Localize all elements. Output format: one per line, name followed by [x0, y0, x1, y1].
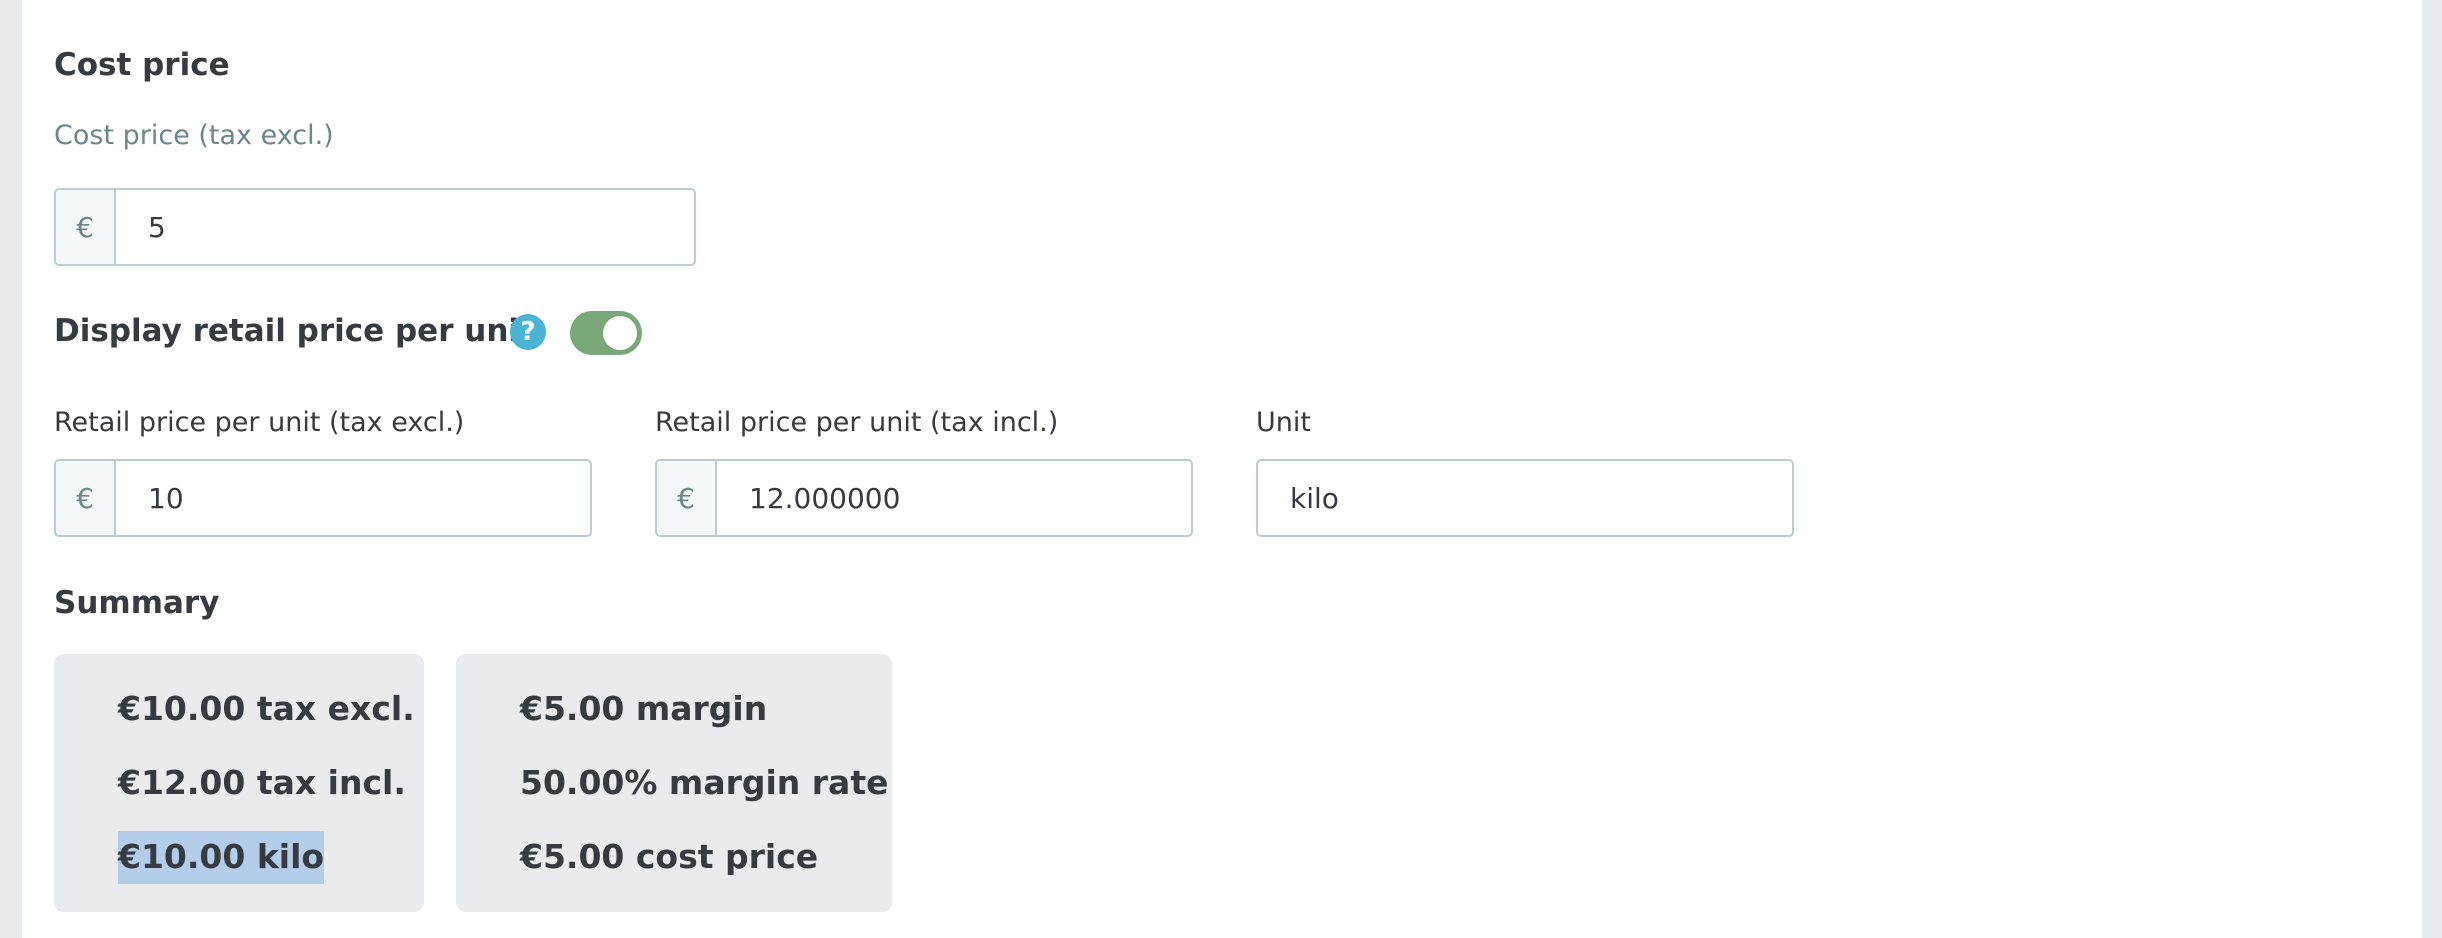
- toggle-knob: [603, 316, 637, 350]
- unit-price-title: Display retail price per unit: [54, 313, 534, 349]
- summary-margins-card: €5.00 margin 50.00% margin rate €5.00 co…: [456, 654, 892, 912]
- summary-tax-excl: €10.00 tax excl.: [118, 689, 415, 728]
- unit-label: Unit: [1256, 407, 1311, 438]
- summary-tax-incl: €12.00 tax incl.: [118, 763, 406, 802]
- cost-price-title: Cost price: [54, 47, 230, 83]
- summary-per-unit: €10.00 kilo: [118, 831, 325, 884]
- unit-price-tax-incl-input[interactable]: 12.000000: [717, 461, 1191, 535]
- pricing-panel: Cost price Cost price (tax excl.) € 5 Di…: [22, 0, 2422, 938]
- unit-input[interactable]: kilo: [1258, 461, 1792, 535]
- unit-price-tax-excl-input[interactable]: 10: [116, 461, 590, 535]
- summary-per-unit-text: €10.00 kilo: [118, 831, 325, 884]
- summary-margin-rate: 50.00% margin rate: [520, 763, 889, 802]
- unit-price-tax-incl-label: Retail price per unit (tax incl.): [655, 407, 1059, 438]
- unit-price-tax-incl-input-group[interactable]: € 12.000000: [655, 459, 1193, 537]
- summary-cost-price: €5.00 cost price: [520, 837, 819, 876]
- unit-price-toggle[interactable]: [570, 311, 642, 355]
- currency-prefix: €: [56, 190, 116, 264]
- currency-prefix: €: [56, 461, 116, 535]
- currency-prefix: €: [657, 461, 717, 535]
- cost-price-input[interactable]: 5: [116, 190, 694, 264]
- help-icon[interactable]: ?: [510, 314, 546, 350]
- summary-prices-card: €10.00 tax excl. €12.00 tax incl. €10.00…: [54, 654, 424, 912]
- unit-input-group[interactable]: kilo: [1256, 459, 1794, 537]
- unit-price-tax-excl-input-group[interactable]: € 10: [54, 459, 592, 537]
- unit-price-tax-excl-label: Retail price per unit (tax excl.): [54, 407, 465, 438]
- summary-margin: €5.00 margin: [520, 689, 768, 728]
- cost-price-input-group[interactable]: € 5: [54, 188, 696, 266]
- summary-title: Summary: [54, 585, 220, 621]
- cost-price-label: Cost price (tax excl.): [54, 120, 334, 151]
